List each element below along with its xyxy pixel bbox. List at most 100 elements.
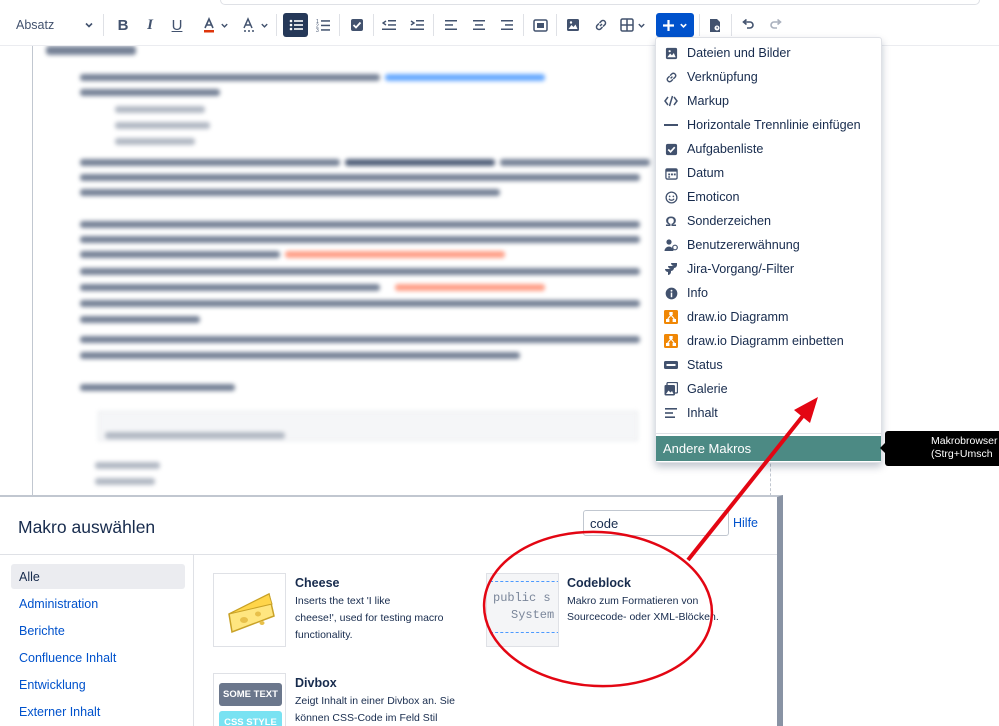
menu-item-status[interactable]: Status — [656, 353, 881, 377]
undo-button[interactable] — [736, 13, 760, 37]
text-color-icon — [204, 17, 214, 33]
chevron-down-icon — [221, 23, 228, 28]
doc-line — [80, 174, 640, 181]
task-button[interactable] — [345, 13, 369, 37]
menu-item-date[interactable]: Datum — [656, 161, 881, 185]
menu-item-label: Verknüpfung — [687, 70, 758, 84]
category-all[interactable]: Alle — [11, 564, 185, 589]
status-icon — [664, 358, 678, 372]
menu-item-label: draw.io Diagramm — [687, 310, 789, 324]
menu-item-files-images[interactable]: Dateien und Bilder — [656, 41, 881, 65]
menu-item-horizontal-rule[interactable]: Horizontale Trennlinie einfügen — [656, 113, 881, 137]
doc-line — [500, 159, 650, 166]
insert-link-button[interactable] — [589, 13, 613, 37]
more-formatting-button[interactable] — [238, 13, 272, 37]
omega-icon: Ω — [665, 213, 677, 229]
desc-line: Makro zum Formatieren von — [567, 595, 699, 607]
menu-item-markup[interactable]: Markup — [656, 89, 881, 113]
gallery-icon — [664, 382, 678, 396]
menu-item-special-chars[interactable]: Ω Sonderzeichen — [656, 209, 881, 233]
toolbar-separator — [276, 14, 277, 36]
align-right-button[interactable] — [495, 13, 519, 37]
menu-item-jira[interactable]: Jira-Vorgang/-Filter — [656, 257, 881, 281]
page-left-border — [32, 46, 33, 496]
doc-line — [80, 236, 640, 243]
category-reports[interactable]: Berichte — [11, 618, 185, 643]
help-link[interactable]: Hilfe — [733, 516, 758, 530]
numbered-list-button[interactable]: 123 — [311, 13, 335, 37]
category-development[interactable]: Entwicklung — [11, 672, 185, 697]
doc-heading — [46, 46, 136, 55]
menu-item-drawio[interactable]: draw.io Diagramm — [656, 305, 881, 329]
menu-item-label: Datum — [687, 166, 725, 180]
underline-button[interactable]: U — [165, 13, 189, 37]
menu-item-label: Aufgabenliste — [687, 142, 764, 156]
redo-icon — [770, 18, 782, 29]
desc-line: können CSS-Code im Feld Stil — [295, 712, 438, 724]
insert-image-button[interactable] — [561, 13, 585, 37]
menu-divider — [656, 433, 881, 434]
outdent-button[interactable] — [377, 13, 401, 37]
menu-item-user-mention[interactable]: Benutzererwähnung — [656, 233, 881, 257]
redo-button[interactable] — [764, 13, 788, 37]
align-left-button[interactable] — [439, 13, 463, 37]
macro-search-input[interactable] — [583, 510, 729, 536]
doc-line — [80, 284, 380, 291]
underline-icon: U — [171, 16, 183, 34]
paragraph-style-dropdown[interactable]: Absatz — [8, 13, 100, 37]
insert-table-button[interactable] — [616, 13, 650, 37]
divbox-macro-thumbnail[interactable]: SOME TEXT CSS STYLE — [213, 673, 286, 726]
menu-item-label: Benutzererwähnung — [687, 238, 800, 252]
category-confluence-content[interactable]: Confluence Inhalt — [11, 645, 185, 670]
bold-button[interactable]: B — [111, 13, 135, 37]
drawio-embed-icon — [664, 334, 678, 348]
indent-button[interactable] — [405, 13, 429, 37]
bold-icon: B — [117, 16, 129, 34]
desc-line: Inserts the text 'I like — [295, 595, 391, 607]
doc-line — [80, 336, 640, 343]
category-administration[interactable]: Administration — [11, 591, 185, 616]
bullet-list-button[interactable] — [283, 13, 308, 37]
insert-dropdown-menu: Dateien und Bilder Verknüpfung Markup Ho… — [655, 37, 882, 463]
bullet-list-icon — [289, 19, 303, 31]
toolbar-separator — [339, 14, 340, 36]
page-layout-button[interactable] — [528, 13, 552, 37]
doc-line — [115, 138, 195, 145]
menu-item-label: Horizontale Trennlinie einfügen — [687, 118, 861, 132]
macro-title-codeblock[interactable]: Codeblock — [567, 576, 631, 590]
macro-title-cheese[interactable]: Cheese — [295, 576, 339, 590]
menu-item-other-macros[interactable]: Andere Makros — [656, 436, 881, 461]
chevron-down-icon — [638, 23, 645, 28]
chevron-down-icon — [261, 23, 268, 28]
formatting-icon — [243, 17, 254, 32]
chevron-down-icon — [85, 22, 93, 28]
menu-item-gallery[interactable]: Galerie — [656, 377, 881, 401]
doc-line — [80, 300, 640, 307]
undo-icon — [742, 18, 754, 29]
menu-item-label: Info — [687, 286, 709, 300]
menu-item-info[interactable]: Info — [656, 281, 881, 305]
paragraph-style-label: Absatz — [16, 18, 55, 32]
macro-title-divbox[interactable]: Divbox — [295, 676, 337, 690]
align-center-button[interactable] — [467, 13, 491, 37]
menu-item-emoticon[interactable]: Emoticon — [656, 185, 881, 209]
doc-line — [80, 221, 640, 228]
doc-line — [80, 159, 340, 166]
menu-item-task-list[interactable]: Aufgabenliste — [656, 137, 881, 161]
codeblock-macro-thumbnail[interactable]: public s System — [486, 573, 559, 647]
category-external-content[interactable]: Externer Inhalt — [11, 699, 185, 724]
cheese-macro-thumbnail[interactable] — [213, 573, 286, 647]
menu-item-link[interactable]: Verknüpfung — [656, 65, 881, 89]
doc-line — [115, 122, 210, 129]
italic-button[interactable]: I — [138, 13, 162, 37]
insert-more-button[interactable] — [656, 13, 694, 37]
toolbar-separator — [556, 14, 557, 36]
menu-item-contents[interactable]: Inhalt — [656, 401, 881, 425]
menu-item-drawio-embed[interactable]: draw.io Diagramm einbetten — [656, 329, 881, 353]
doc-link — [385, 74, 545, 81]
text-color-button[interactable] — [197, 13, 233, 37]
template-button[interactable] — [703, 13, 727, 37]
blurred-document-content — [40, 46, 655, 496]
desc-line: cheese!', used for testing macro — [295, 612, 444, 624]
dialog-title: Makro auswählen — [18, 517, 156, 537]
